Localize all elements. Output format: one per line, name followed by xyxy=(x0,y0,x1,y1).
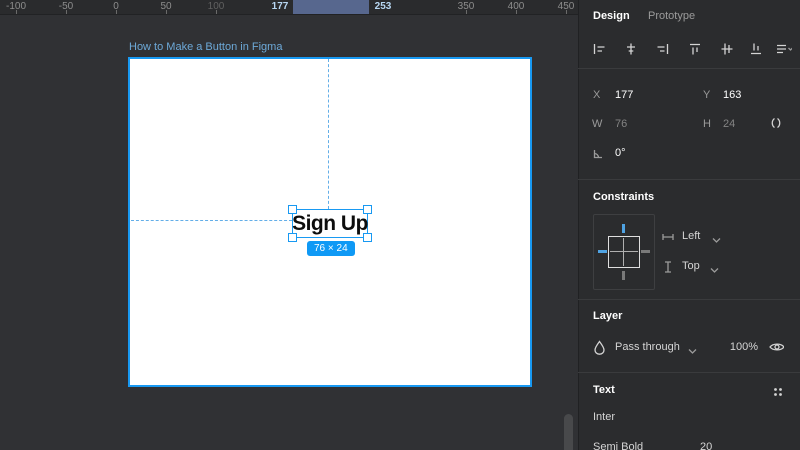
panel-divider xyxy=(578,372,800,373)
align-horizontal-centers-icon[interactable] xyxy=(623,41,639,57)
horizontal-guide xyxy=(131,220,292,221)
ruler-tick xyxy=(466,10,467,14)
vertical-constraint-select[interactable]: Top xyxy=(682,260,700,272)
vertical-scrollbar-thumb[interactable] xyxy=(564,414,573,450)
chevron-down-icon xyxy=(706,262,722,278)
resize-handle-top-right[interactable] xyxy=(363,205,372,214)
ruler-tick xyxy=(16,10,17,14)
resize-handle-bottom-right[interactable] xyxy=(363,233,372,242)
ruler-tick xyxy=(516,10,517,14)
x-label: X xyxy=(593,89,601,101)
constrain-proportions-icon[interactable] xyxy=(768,115,784,131)
opacity-field[interactable]: 100% xyxy=(722,341,758,353)
height-value-field[interactable]: 24 xyxy=(723,118,735,130)
ruler-tick xyxy=(166,10,167,14)
blend-mode-icon[interactable] xyxy=(591,339,607,355)
layer-title: Layer xyxy=(593,310,623,322)
constraints-widget[interactable] xyxy=(593,214,655,290)
align-right-icon[interactable] xyxy=(655,41,671,57)
align-bottom-icon[interactable] xyxy=(748,41,764,57)
panel-divider xyxy=(578,68,800,69)
figma-app: -100 -50 0 50 100 177 253 350 400 450 Ho… xyxy=(0,0,800,450)
height-label: H xyxy=(703,118,711,130)
resize-handle-bottom-left[interactable] xyxy=(288,233,297,242)
horizontal-constraint-select[interactable]: Left xyxy=(682,230,700,242)
ruler-tick xyxy=(66,10,67,14)
vertical-guide xyxy=(328,59,329,209)
font-style-select[interactable]: Semi Bold xyxy=(593,441,643,450)
size-badge: 76 × 24 xyxy=(307,241,355,256)
constraint-left-tick[interactable] xyxy=(598,250,607,253)
width-value-field[interactable]: 76 xyxy=(615,118,627,130)
chevron-down-icon xyxy=(684,343,700,359)
selected-text-object[interactable]: Sign Up xyxy=(288,205,372,242)
blend-mode-select[interactable]: Pass through xyxy=(615,341,680,353)
text-section-title: Text xyxy=(593,384,615,396)
align-top-icon[interactable] xyxy=(687,41,703,57)
ruler-tick xyxy=(566,10,567,14)
constraints-title: Constraints xyxy=(593,191,655,203)
rotation-icon xyxy=(590,145,606,161)
ruler-tick xyxy=(116,10,117,14)
width-label: W xyxy=(592,118,603,130)
vertical-constraint-icon xyxy=(660,259,676,275)
ruler-selection-highlight xyxy=(293,0,369,14)
align-vertical-centers-icon[interactable] xyxy=(719,41,735,57)
chevron-down-icon xyxy=(708,232,724,248)
y-label: Y xyxy=(703,89,711,101)
ruler-selection-start-label: 177 xyxy=(271,1,289,12)
font-family-select[interactable]: Inter xyxy=(593,411,615,423)
constraints-inner-square xyxy=(608,236,640,268)
horizontal-ruler: -100 -50 0 50 100 177 253 350 400 450 xyxy=(0,0,578,15)
frame-title[interactable]: How to Make a Button in Figma xyxy=(129,41,282,53)
ruler-tick xyxy=(216,10,217,14)
panel-divider xyxy=(578,179,800,180)
text-styles-icon[interactable] xyxy=(770,384,786,400)
font-size-field[interactable]: 20 xyxy=(700,441,712,450)
x-value-field[interactable]: 177 xyxy=(615,89,633,101)
constraint-top-tick[interactable] xyxy=(622,224,625,233)
distribute-options-icon[interactable] xyxy=(776,41,792,57)
visibility-eye-icon[interactable] xyxy=(768,339,784,355)
tab-prototype[interactable]: Prototype xyxy=(648,10,695,22)
tab-design[interactable]: Design xyxy=(593,10,630,22)
horizontal-constraint-icon xyxy=(660,229,676,245)
panel-divider xyxy=(578,299,800,300)
y-value-field[interactable]: 163 xyxy=(723,89,741,101)
constraint-bottom-tick[interactable] xyxy=(622,271,625,280)
button-text[interactable]: Sign Up xyxy=(292,212,368,236)
constraint-right-tick[interactable] xyxy=(641,250,650,253)
resize-handle-top-left[interactable] xyxy=(288,205,297,214)
align-left-icon[interactable] xyxy=(591,41,607,57)
rotation-value-field[interactable]: 0° xyxy=(615,147,626,159)
ruler-selection-end-label: 253 xyxy=(374,1,392,12)
